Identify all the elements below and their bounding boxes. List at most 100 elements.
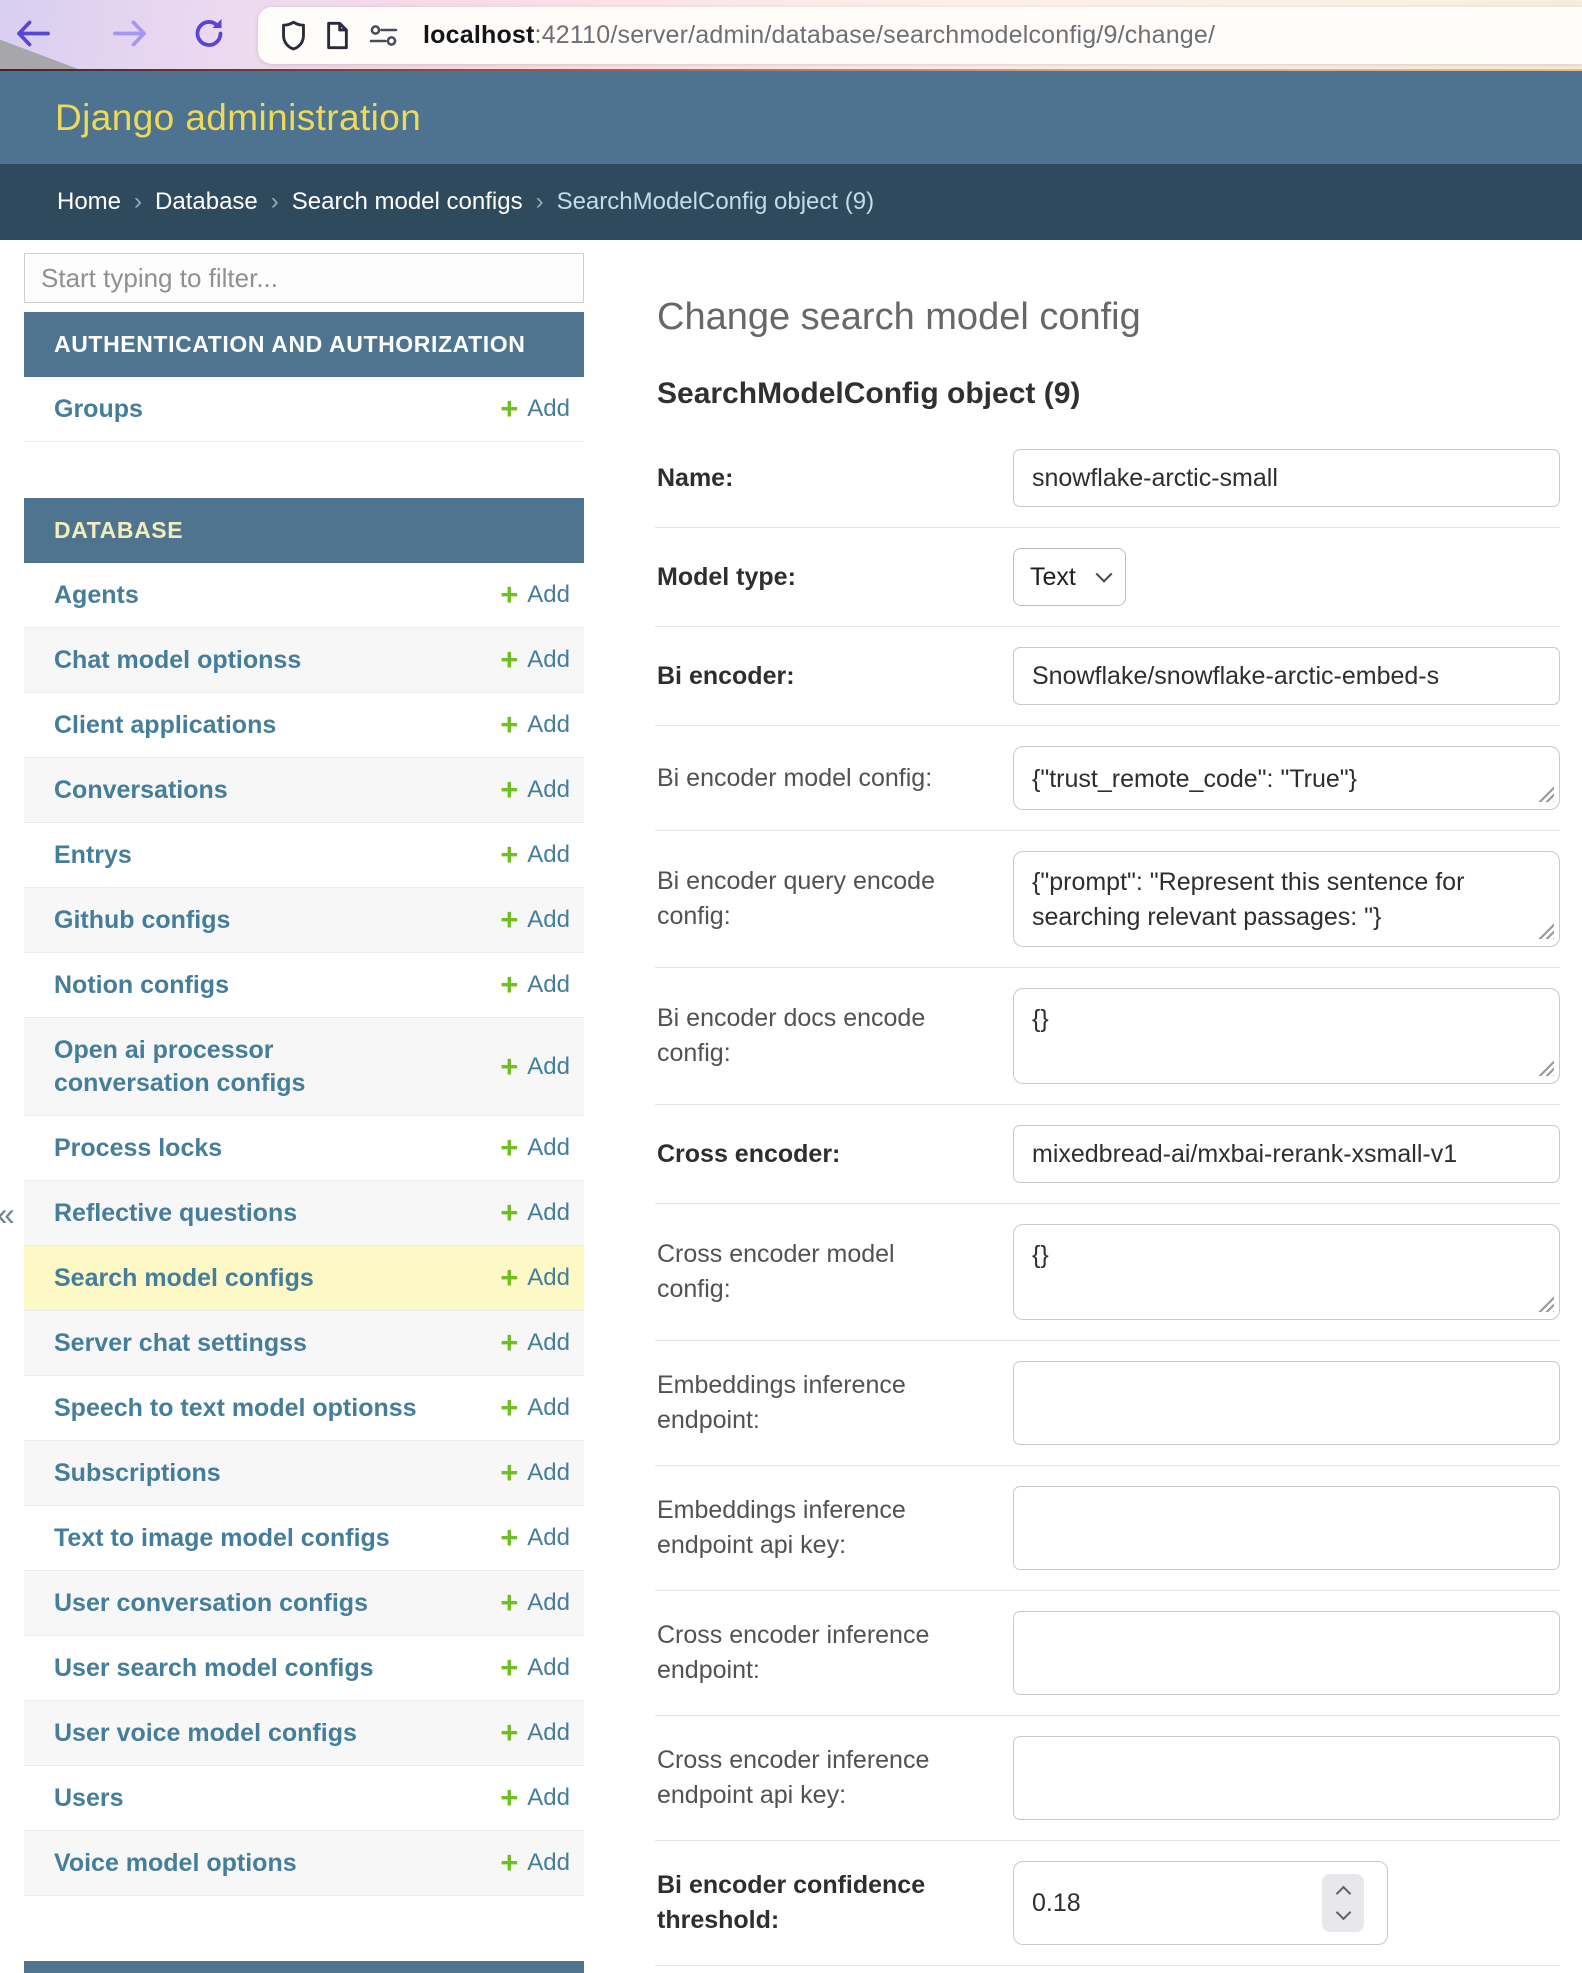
sidebar-add-link[interactable]: +Add bbox=[500, 971, 570, 999]
sidebar-add-link[interactable]: +Add bbox=[500, 1654, 570, 1682]
sidebar-add-link[interactable]: +Add bbox=[500, 1459, 570, 1487]
plus-icon: + bbox=[500, 1264, 518, 1292]
bi-encoder-input[interactable] bbox=[1013, 647, 1560, 705]
sidebar-model-link[interactable]: Conversations bbox=[54, 774, 228, 807]
django-admin-header: Django administration bbox=[0, 71, 1582, 164]
stepper-up-icon[interactable] bbox=[1335, 1886, 1351, 1902]
embeddings-inference-endpoint-api-key-label: Embeddings inference endpoint api key: bbox=[655, 1493, 1013, 1563]
browser-forward-button[interactable] bbox=[112, 19, 149, 53]
breadcrumb-search-model-configs-link[interactable]: Search model configs bbox=[292, 188, 523, 216]
url-text: localhost:42110/server/admin/database/se… bbox=[423, 21, 1215, 50]
bi-encoder-model-config-textarea[interactable] bbox=[1013, 746, 1560, 810]
sidebar-section-gap bbox=[24, 442, 584, 498]
form-row-embeddings-inference-endpoint: Embeddings inference endpoint: bbox=[655, 1341, 1560, 1466]
form-row-cross-encoder-inference-endpoint-api-key: Cross encoder inference endpoint api key… bbox=[655, 1716, 1560, 1841]
embeddings-inference-endpoint-input[interactable] bbox=[1013, 1361, 1560, 1445]
browser-reload-button[interactable] bbox=[192, 16, 226, 55]
bi-encoder-query-encode-config-textarea[interactable] bbox=[1013, 851, 1560, 947]
model-type-select[interactable]: Text bbox=[1013, 548, 1126, 606]
sidebar-model-link[interactable]: Open ai processor conversation configs bbox=[54, 1034, 339, 1099]
breadcrumb-home-link[interactable]: Home bbox=[57, 188, 121, 216]
sidebar-add-link[interactable]: +Add bbox=[500, 1199, 570, 1227]
name-input[interactable] bbox=[1013, 449, 1560, 507]
bi-encoder-confidence-threshold-stepper[interactable] bbox=[1322, 1874, 1364, 1932]
sidebar-section-header[interactable]: AUTHENTICATION AND AUTHORIZATION bbox=[24, 312, 584, 377]
sidebar-model-link[interactable]: Server chat settingss bbox=[54, 1327, 307, 1360]
main-content: Change search model config SearchModelCo… bbox=[655, 242, 1560, 1966]
sidebar-add-link[interactable]: +Add bbox=[500, 1589, 570, 1617]
cross-encoder-inference-endpoint-api-key-input[interactable] bbox=[1013, 1736, 1560, 1820]
back-arrow-icon bbox=[14, 19, 51, 48]
object-title: SearchModelConfig object (9) bbox=[657, 377, 1560, 411]
cross-encoder-model-config-label: Cross encoder model config: bbox=[655, 1237, 1013, 1307]
plus-icon: + bbox=[500, 1654, 518, 1682]
sidebar-model-link[interactable]: Reflective questions bbox=[54, 1197, 297, 1230]
sidebar-model-link[interactable]: User conversation configs bbox=[54, 1587, 368, 1620]
sidebar-add-link[interactable]: +Add bbox=[500, 1394, 570, 1422]
url-bar[interactable]: localhost:42110/server/admin/database/se… bbox=[258, 7, 1582, 64]
cross-encoder-inference-endpoint-input[interactable] bbox=[1013, 1611, 1560, 1695]
sidebar-model-link[interactable]: Groups bbox=[54, 393, 143, 426]
sidebar-add-link[interactable]: +Add bbox=[500, 841, 570, 869]
sidebar-add-link[interactable]: +Add bbox=[500, 1053, 570, 1081]
cross-encoder-input[interactable] bbox=[1013, 1125, 1560, 1183]
sidebar-add-link[interactable]: +Add bbox=[500, 711, 570, 739]
plus-icon: + bbox=[500, 581, 518, 609]
sidebar-model-link[interactable]: Search model configs bbox=[54, 1262, 314, 1295]
browser-toolbar: localhost:42110/server/admin/database/se… bbox=[0, 0, 1582, 71]
sidebar-model-link[interactable]: User search model configs bbox=[54, 1652, 374, 1685]
sidebar-model-link[interactable]: Entrys bbox=[54, 839, 132, 872]
sidebar-model-link[interactable]: Client applications bbox=[54, 709, 276, 742]
chevron-down-icon bbox=[1096, 566, 1113, 583]
sidebar-add-link[interactable]: +Add bbox=[500, 1524, 570, 1552]
cross-encoder-model-config-textarea[interactable] bbox=[1013, 1224, 1560, 1320]
sidebar-add-link[interactable]: +Add bbox=[500, 395, 570, 423]
sidebar-model-row: Chat model optionss +Add bbox=[24, 628, 584, 693]
name-label: Name: bbox=[655, 461, 1013, 496]
page-info-icon[interactable] bbox=[325, 20, 350, 51]
plus-icon: + bbox=[500, 395, 518, 423]
breadcrumb-database-link[interactable]: Database bbox=[155, 188, 258, 216]
sidebar-model-link[interactable]: Voice model options bbox=[54, 1847, 297, 1880]
form-row-cross-encoder-inference-endpoint: Cross encoder inference endpoint: bbox=[655, 1591, 1560, 1716]
shield-icon[interactable] bbox=[280, 20, 307, 51]
breadcrumb-separator: › bbox=[536, 188, 544, 216]
sidebar-model-row: Subscriptions +Add bbox=[24, 1441, 584, 1506]
sidebar-model-link[interactable]: User voice model configs bbox=[54, 1717, 357, 1750]
sidebar-add-link[interactable]: +Add bbox=[500, 776, 570, 804]
bi-encoder-docs-encode-config-textarea[interactable] bbox=[1013, 988, 1560, 1084]
sidebar-add-link[interactable]: +Add bbox=[500, 906, 570, 934]
sidebar-add-link[interactable]: +Add bbox=[500, 646, 570, 674]
embeddings-inference-endpoint-api-key-input[interactable] bbox=[1013, 1486, 1560, 1570]
sidebar-add-link[interactable]: +Add bbox=[500, 1264, 570, 1292]
sidebar-model-link[interactable]: Notion configs bbox=[54, 969, 229, 1002]
sidebar-add-link[interactable]: +Add bbox=[500, 1784, 570, 1812]
sidebar-collapse-toggle[interactable]: « bbox=[0, 1196, 15, 1233]
stepper-down-icon[interactable] bbox=[1335, 1905, 1351, 1921]
sidebar-add-link[interactable]: +Add bbox=[500, 1849, 570, 1877]
sidebar-model-link[interactable]: Text to image model configs bbox=[54, 1522, 390, 1555]
sidebar-bottom-gap bbox=[24, 1896, 584, 1961]
sidebar-model-link[interactable]: Subscriptions bbox=[54, 1457, 221, 1490]
sidebar-add-link[interactable]: +Add bbox=[500, 1329, 570, 1357]
sidebar-add-link[interactable]: +Add bbox=[500, 1719, 570, 1747]
sidebar-model-link[interactable]: Users bbox=[54, 1782, 124, 1815]
sidebar-filter-input[interactable] bbox=[24, 253, 584, 303]
sidebar-model-link[interactable]: Agents bbox=[54, 579, 139, 612]
plus-icon: + bbox=[500, 1394, 518, 1422]
sidebar-model-link[interactable]: Speech to text model optionss bbox=[54, 1392, 417, 1425]
sidebar-next-section-edge bbox=[24, 1961, 584, 1973]
permissions-toggles-icon[interactable] bbox=[368, 23, 399, 48]
sidebar-section-header[interactable]: DATABASE bbox=[24, 498, 584, 563]
sidebar-model-link[interactable]: Process locks bbox=[54, 1132, 222, 1165]
plus-icon: + bbox=[500, 1199, 518, 1227]
sidebar-model-link[interactable]: Chat model optionss bbox=[54, 644, 301, 677]
sidebar-model-row: Voice model options +Add bbox=[24, 1831, 584, 1896]
sidebar-add-link[interactable]: +Add bbox=[500, 1134, 570, 1162]
sidebar-model-link[interactable]: Github configs bbox=[54, 904, 230, 937]
form-row-embeddings-inference-endpoint-api-key: Embeddings inference endpoint api key: bbox=[655, 1466, 1560, 1591]
browser-back-button[interactable] bbox=[14, 19, 51, 53]
site-title[interactable]: Django administration bbox=[55, 97, 421, 139]
sidebar-add-link[interactable]: +Add bbox=[500, 581, 570, 609]
bi-encoder-label: Bi encoder: bbox=[655, 659, 1013, 694]
